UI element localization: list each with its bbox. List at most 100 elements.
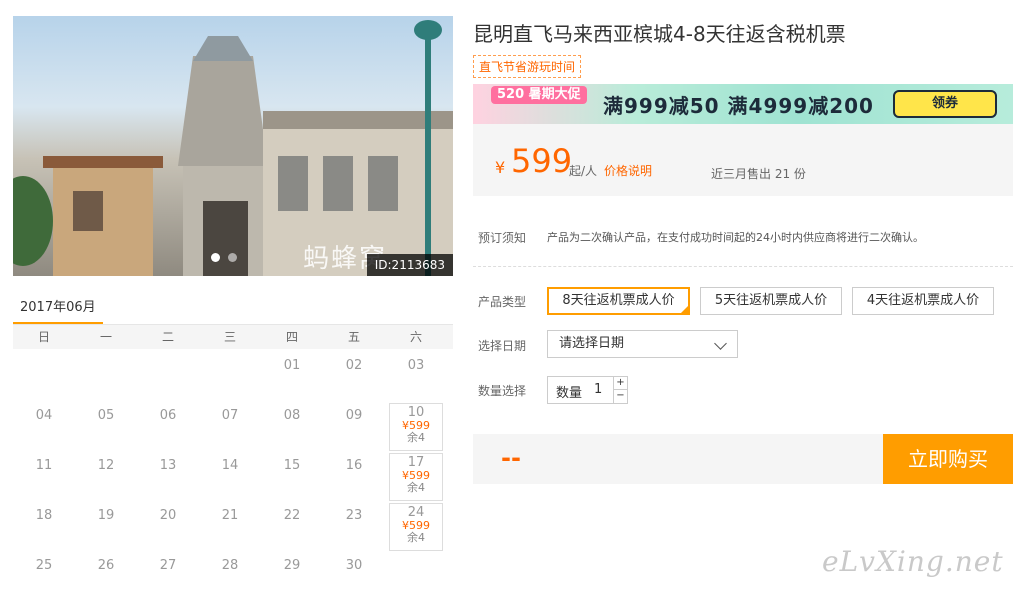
quantity-decrement-button[interactable]: −: [613, 390, 627, 403]
calendar-day-number: 03: [407, 358, 425, 373]
calendar-day-number: 07: [221, 408, 239, 423]
buy-now-button[interactable]: 立即购买: [883, 434, 1013, 484]
calendar-day-available[interactable]: 17 ¥599 余4: [389, 453, 443, 501]
calendar-day-number: 05: [97, 408, 115, 423]
calendar-day: [13, 352, 75, 402]
price-box: ¥ 599 起/人 价格说明 近三月售出 21 份: [473, 124, 1013, 196]
product-photo[interactable]: 蚂蜂窝 ID:2113683: [13, 16, 453, 276]
calendar-day: 09: [323, 402, 385, 452]
calendar-day-available[interactable]: 10 ¥599 余4: [389, 403, 443, 451]
currency-symbol: ¥: [495, 158, 506, 177]
calendar-day-number: 19: [97, 508, 115, 523]
weekday-label: 日: [37, 330, 50, 344]
calendar-day: 25: [13, 552, 75, 597]
calendar-day: 12: [75, 452, 137, 502]
quantity-stepper: 数量 1 + −: [547, 376, 628, 404]
promo-banner[interactable]: 520 暑期大促 满999减50 满4999减200 领券: [473, 84, 1013, 124]
product-title: 昆明直飞马来西亚槟城4-8天往返含税机票: [473, 22, 846, 46]
section-divider: [473, 266, 1013, 267]
promo-text: 满999减50 满4999减200: [603, 94, 874, 118]
calendar-day: 11: [13, 452, 75, 502]
calendar-day: 04: [13, 402, 75, 452]
calendar-day-number: 12: [97, 458, 115, 473]
calendar-day: 07: [199, 402, 261, 452]
product-type-option-1[interactable]: 8天往返机票成人价: [547, 287, 690, 315]
chevron-down-icon: [714, 337, 727, 350]
calendar-day-number: 20: [159, 508, 177, 523]
photo-id-badge: ID:2113683: [366, 254, 453, 276]
calendar-day: 15: [261, 452, 323, 502]
calendar-day-number: 01: [283, 358, 301, 373]
calendar-day-number: 28: [221, 558, 239, 573]
carousel-dot-1[interactable]: [211, 253, 220, 262]
weekday-label: 五: [347, 330, 360, 344]
product-type-label: 产品类型: [478, 295, 527, 309]
price-unit: 起/人: [569, 164, 598, 178]
sales-count: 近三月售出 21 份: [711, 167, 806, 181]
weekday-label: 二: [161, 330, 174, 344]
calendar-day-stock: 余4: [407, 531, 425, 544]
calendar-day: 18: [13, 502, 75, 552]
calendar-day: 14: [199, 452, 261, 502]
calendar-day: 19: [75, 502, 137, 552]
product-tag: 直飞节省游玩时间: [473, 55, 582, 78]
quantity-field-label: 数量: [556, 386, 583, 401]
calendar-day: [385, 552, 447, 597]
quantity-input[interactable]: 1: [594, 382, 602, 397]
calendar-day-number: 09: [345, 408, 363, 423]
price-explain-link[interactable]: 价格说明: [604, 162, 652, 179]
quantity-increment-button[interactable]: +: [613, 377, 627, 390]
calendar-day: 01: [261, 352, 323, 402]
calendar-day: 21: [199, 502, 261, 552]
calendar-day-number: 14: [221, 458, 239, 473]
calendar-day: 05: [75, 402, 137, 452]
calendar-day: 27: [137, 552, 199, 597]
date-label: 选择日期: [478, 339, 527, 353]
calendar-day-number: 21: [221, 508, 239, 523]
calendar-day: 22: [261, 502, 323, 552]
site-watermark: eLvXing.net: [822, 545, 1004, 578]
calendar-day: 08: [261, 402, 323, 452]
calendar-day-number: 29: [283, 558, 301, 573]
notice-text: 产品为二次确认产品，在支付成功时间起的24小时内供应商将进行二次确认。: [547, 231, 924, 244]
calendar-day: [137, 352, 199, 402]
promo-event-badge: 520 暑期大促: [491, 86, 587, 104]
calendar-day: 29: [261, 552, 323, 597]
calendar-day-number: 10: [407, 405, 425, 420]
temple-illustration: [13, 20, 453, 276]
weekday-label: 三: [223, 330, 236, 344]
calendar-day: [75, 352, 137, 402]
carousel-dots: [211, 253, 237, 262]
calendar-weekday-header: 日一二三四五六: [13, 325, 453, 349]
get-coupon-button[interactable]: 领券: [893, 90, 997, 118]
calendar-day-number: 11: [35, 458, 53, 473]
product-type-option-2[interactable]: 5天往返机票成人价: [700, 287, 842, 315]
calendar-day: 03: [385, 352, 447, 402]
calendar-day: 02: [323, 352, 385, 402]
calendar-day-number: 16: [345, 458, 363, 473]
calendar-day-number: 06: [159, 408, 177, 423]
calendar-day-available[interactable]: 24 ¥599 余4: [389, 503, 443, 551]
calendar-day-number: 15: [283, 458, 301, 473]
calendar-day-stock: 余4: [407, 481, 425, 494]
calendar-day: 20: [137, 502, 199, 552]
product-type-option-3[interactable]: 4天往返机票成人价: [852, 287, 994, 315]
calendar-day: 13: [137, 452, 199, 502]
date-select[interactable]: 请选择日期: [547, 330, 738, 358]
calendar-day-number: 22: [283, 508, 301, 523]
date-select-value: 请选择日期: [559, 336, 625, 351]
calendar-month-tab[interactable]: 2017年06月: [13, 288, 103, 325]
calendar-day: 26: [75, 552, 137, 597]
calendar-day-number: 26: [97, 558, 115, 573]
weekday-label: 六: [409, 330, 422, 344]
calendar-day-number: 23: [345, 508, 363, 523]
total-price: --: [501, 444, 521, 472]
quantity-label: 数量选择: [478, 384, 527, 398]
calendar-day-number: 17: [407, 455, 425, 470]
weekday-label: 一: [99, 330, 112, 344]
calendar-day-number: 18: [35, 508, 53, 523]
calendar-day-number: 04: [35, 408, 53, 423]
weekday-label: 四: [285, 330, 298, 344]
calendar-day-number: 25: [35, 558, 53, 573]
carousel-dot-2[interactable]: [228, 253, 237, 262]
